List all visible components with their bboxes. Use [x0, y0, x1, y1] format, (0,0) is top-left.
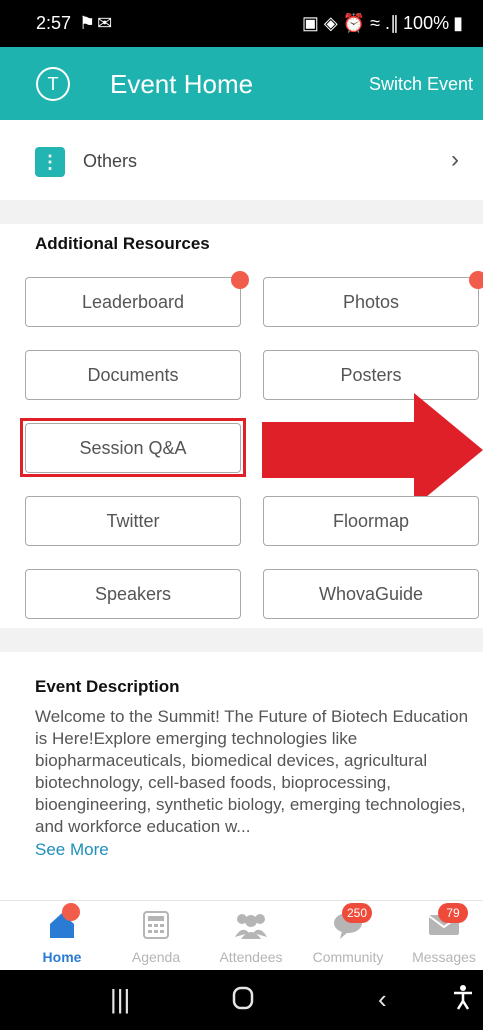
system-nav-bar: ||| ‹ [0, 970, 483, 1030]
photos-button[interactable]: Photos [263, 277, 479, 327]
switch-event-link[interactable]: Switch Event [369, 74, 473, 95]
nav-community[interactable]: 250 Community [300, 901, 396, 971]
nav-attendees-label: Attendees [219, 949, 283, 965]
chevron-right-icon: › [451, 146, 459, 173]
home-icon [42, 903, 82, 941]
notification-icons: ⚑✉ [79, 13, 115, 33]
battery-icon: ▮ [453, 13, 463, 33]
avatar[interactable]: T [36, 67, 70, 101]
page-title: Event Home [110, 69, 254, 99]
nav-messages-label: Messages [412, 949, 476, 965]
app-header: T Event Home Switch Event [0, 47, 483, 120]
red-arrow-annotation [262, 393, 483, 507]
see-more-link[interactable]: See More [35, 840, 109, 860]
bottom-nav: Home Agenda Attendees 250 Community 79 M… [0, 900, 483, 971]
new-indicator-dot [231, 271, 249, 289]
accessibility-icon[interactable] [452, 984, 474, 1017]
envelope-icon: 79 [424, 903, 468, 941]
status-time: 2:57 [36, 13, 72, 33]
nav-agenda[interactable]: Agenda [108, 901, 204, 971]
nav-attendees[interactable]: Attendees [203, 901, 299, 971]
twitter-button[interactable]: Twitter [25, 496, 241, 546]
documents-button[interactable]: Documents [25, 350, 241, 400]
nav-home[interactable]: Home [14, 901, 110, 971]
back-icon[interactable]: ‹ [378, 984, 387, 1015]
nav-home-label: Home [42, 949, 82, 965]
floormap-button[interactable]: Floormap [263, 496, 479, 546]
home-button-icon[interactable] [232, 986, 254, 1017]
highlight-box [20, 418, 246, 477]
leaderboard-button[interactable]: Leaderboard [25, 277, 241, 327]
system-status-icons: ▣ ◈ ⏰ ≈ .∥ [301, 13, 400, 33]
nav-messages[interactable]: 79 Messages [396, 901, 483, 971]
nav-community-label: Community [312, 949, 384, 965]
nav-agenda-label: Agenda [131, 949, 181, 965]
more-vertical-icon: ⋮ [35, 147, 65, 177]
section-divider [0, 628, 483, 652]
calculator-icon [136, 909, 176, 941]
others-label: Others [83, 151, 138, 171]
others-row[interactable] [0, 120, 483, 200]
section-divider [0, 200, 483, 224]
chat-icon: 250 [328, 903, 372, 941]
recent-apps-icon[interactable]: ||| [110, 984, 130, 1015]
people-icon [231, 909, 271, 941]
status-bar: 2:57 ⚑✉ ▣ ◈ ⏰ ≈ .∥ 100% ▮ [0, 0, 483, 47]
whovaguide-button[interactable]: WhovaGuide [263, 569, 479, 619]
new-indicator-dot [469, 271, 483, 289]
event-description-title: Event Description [35, 677, 180, 696]
additional-resources-title: Additional Resources [35, 234, 210, 253]
event-description-text: Welcome to the Summit! The Future of Bio… [35, 707, 469, 836]
messages-badge: 79 [438, 903, 468, 923]
community-badge: 250 [342, 903, 372, 923]
battery-level: 100% [403, 13, 450, 33]
speakers-button[interactable]: Speakers [25, 569, 241, 619]
